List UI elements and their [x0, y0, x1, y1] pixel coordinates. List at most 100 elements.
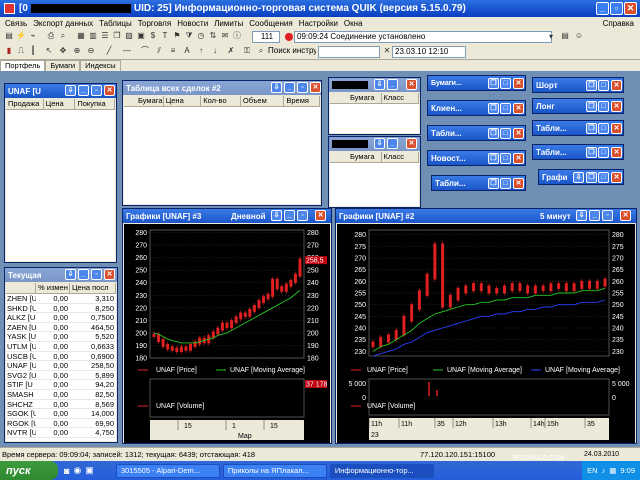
quicklaunch-icon[interactable]: ◉ [73, 465, 81, 476]
restore-icon[interactable]: ▫ [297, 82, 308, 93]
col-header[interactable]: Класс [382, 93, 419, 103]
filter-icon[interactable]: ⧩ [184, 31, 194, 41]
close-icon[interactable]: ✕ [513, 153, 524, 164]
table-row[interactable]: SGOK [U 0,00 14,000 [6, 409, 116, 419]
settings-icon[interactable]: ⇩ [573, 172, 584, 183]
menu-export[interactable]: Экспорт данных [30, 19, 96, 28]
taskbar-item[interactable]: Приколы на ЯПлакал... [222, 463, 327, 478]
col-header[interactable]: Бумага [330, 152, 382, 162]
tray-lang[interactable]: EN [587, 466, 597, 475]
menu-limits[interactable]: Лимиты [211, 19, 246, 28]
flag-icon[interactable]: ⚑ [172, 31, 182, 41]
current-window-titlebar[interactable]: Текущая ⇩ _ ▫ ✕ [5, 268, 117, 282]
text-icon[interactable]: T [160, 31, 170, 41]
fibo-icon[interactable]: ≡ [168, 46, 178, 56]
chart-window-2-titlebar[interactable]: Графики [UNAF] #2 5 минут ⇩ _ ▫ ✕ [336, 209, 636, 223]
minimized-long[interactable]: Лонг ❐ □ ✕ [532, 98, 624, 114]
restore-icon[interactable]: ▫ [91, 269, 102, 280]
maximize-icon[interactable]: □ [598, 80, 609, 91]
restore-icon[interactable]: ❐ [586, 147, 597, 158]
window-list-icon[interactable]: ▤ [560, 31, 570, 41]
restore-icon[interactable]: ❐ [586, 101, 597, 112]
tray-clock[interactable]: 9:09 [620, 466, 635, 475]
close-icon[interactable]: ✕ [406, 79, 417, 90]
table-row[interactable]: SVG2 [U 0,00 5,899 [6, 371, 116, 381]
menu-windows[interactable]: Окна [341, 19, 366, 28]
minimize-icon[interactable]: _ [387, 79, 398, 90]
col-header[interactable]: Бумага [124, 96, 164, 106]
menu-help[interactable]: Справка [600, 19, 640, 28]
table-row[interactable]: NVTR [U 0,00 4,750 [6, 428, 116, 438]
settings-icon[interactable]: ⇩ [271, 210, 282, 221]
chart-window-1-titlebar[interactable]: Графики [UNAF] #3 Дневной ⇩ _ ▫ ✕ [123, 209, 331, 223]
menu-messages[interactable]: Сообщения [246, 19, 295, 28]
search-icon[interactable]: ⌕ [58, 31, 68, 41]
settings-icon[interactable]: ⇩ [65, 85, 76, 96]
minimize-icon[interactable]: _ [284, 82, 295, 93]
restore-icon[interactable]: ❐ [488, 178, 499, 189]
restore-icon[interactable]: ❐ [586, 172, 597, 183]
menu-settings[interactable]: Настройки [296, 19, 341, 28]
maximize-icon[interactable]: □ [500, 103, 511, 114]
table-row[interactable]: RGOK [U 0,00 69,90 [6, 419, 116, 429]
col-header[interactable]: Объем [241, 96, 285, 106]
close-icon[interactable]: ✕ [611, 123, 622, 134]
mail-icon[interactable]: ✉ [220, 31, 230, 41]
minimize-icon[interactable]: _ [78, 269, 89, 280]
table-row[interactable]: YASK [U 0,00 5,520 [6, 332, 116, 342]
col-header[interactable]: Кол-во [201, 96, 241, 106]
col-header[interactable]: Класс [382, 152, 419, 162]
close-icon[interactable]: ✕ [310, 82, 321, 93]
settings-icon[interactable]: ⇩ [374, 79, 385, 90]
small-window-2-titlebar[interactable]: ⇩ _ ✕ [329, 137, 420, 151]
restore-icon[interactable]: ❐ [488, 153, 499, 164]
close-icon[interactable]: ✕ [611, 147, 622, 158]
settings-icon[interactable]: ⇩ [65, 269, 76, 280]
start-button[interactable]: пуск [0, 461, 58, 480]
clock-icon[interactable]: ◷ [196, 31, 206, 41]
restore-icon[interactable]: ❐ [586, 80, 597, 91]
quicklaunch-icon[interactable]: ▣ [85, 465, 94, 476]
table-row[interactable]: STIF [U 0,00 94,20 [6, 380, 116, 390]
minimize-icon[interactable]: _ [589, 210, 600, 221]
minimize-icon[interactable]: _ [78, 85, 89, 96]
quote-window-titlebar[interactable]: UNAF [U ⇩ _ ▫ ✕ [5, 84, 116, 98]
restore-icon[interactable]: ▫ [610, 2, 623, 15]
table-row[interactable]: SHCHZ 0,00 8,569 [6, 400, 116, 410]
bar-chart-icon[interactable]: ▮ [4, 46, 14, 56]
menu-tables[interactable]: Таблицы [96, 19, 135, 28]
delete-icon[interactable]: ✗ [226, 46, 236, 56]
close-icon[interactable]: ✕ [611, 172, 622, 183]
candles-icon[interactable]: ┃ [28, 46, 38, 56]
line-chart-icon[interactable]: ⎍ [16, 46, 26, 56]
lock-icon[interactable]: ⚿ [242, 46, 252, 56]
minimize-icon[interactable]: _ [284, 210, 295, 221]
table-row[interactable]: ALKZ [U 0,00 0,7500 [6, 313, 116, 323]
table-row[interactable]: UTLM [U 0,00 0,6633 [6, 342, 116, 352]
col-header[interactable]: Бумага [330, 93, 382, 103]
col-header[interactable]: Цена [44, 99, 76, 109]
close-icon[interactable]: ✕ [513, 78, 524, 89]
maximize-icon[interactable]: □ [500, 78, 511, 89]
restore-icon[interactable]: ▫ [297, 210, 308, 221]
close-icon[interactable]: ✕ [624, 2, 637, 15]
users-icon[interactable]: ☺ [574, 31, 584, 41]
col-header[interactable] [6, 283, 36, 293]
close-icon[interactable]: ✕ [315, 210, 326, 221]
maximize-icon[interactable]: □ [500, 128, 511, 139]
channel-icon[interactable]: ⫽ [154, 46, 164, 56]
table-row[interactable]: USCB [U 0,00 0,6900 [6, 352, 116, 362]
minimized-short[interactable]: Шорт ❐ □ ✕ [532, 77, 624, 93]
col-header[interactable]: Цена [164, 96, 202, 106]
close-icon[interactable]: ✕ [611, 80, 622, 91]
minimized-table-3[interactable]: Табли... ❐ □ ✕ [532, 120, 624, 136]
table-row[interactable]: ZHEN [U 0,00 3,310 [6, 294, 116, 304]
tab-securities[interactable]: Бумаги [45, 60, 81, 71]
table-icon[interactable]: ▥ [88, 31, 98, 41]
hline-icon[interactable]: — [122, 46, 132, 56]
table-row[interactable]: SHKD [U 0,00 8,250 [6, 304, 116, 314]
maximize-icon[interactable]: □ [500, 178, 511, 189]
instrument-search-input[interactable] [318, 46, 380, 58]
chart1-svg[interactable]: 2802802702702602602502502402402302302202… [124, 224, 330, 443]
settings-icon[interactable]: ⇩ [576, 210, 587, 221]
